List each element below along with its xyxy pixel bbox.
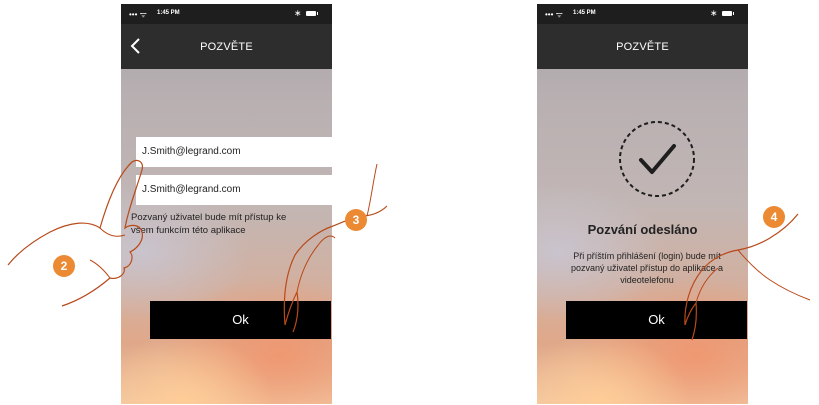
sent-body: Při příštím přihlášení (login) bude mít … bbox=[570, 251, 724, 285]
status-time: 1:45 PM bbox=[157, 10, 180, 16]
confirm-email-field[interactable]: J.Smith@legrand.com bbox=[136, 175, 332, 205]
status-bar: ••• ᯤ 1:45 PM ∗ bbox=[121, 4, 332, 24]
email-field[interactable]: J.Smith@legrand.com bbox=[136, 137, 332, 167]
step-badge-2: 2 bbox=[53, 255, 75, 277]
battery-icon bbox=[722, 11, 734, 16]
page-title: POZVĚTE bbox=[616, 41, 669, 53]
status-bar: ••• ᯤ 1:45 PM ∗ bbox=[537, 4, 748, 24]
nav-bar: POZVĚTE bbox=[121, 24, 332, 69]
ok-button[interactable]: Ok bbox=[566, 301, 747, 339]
nav-bar: POZVĚTE bbox=[537, 24, 748, 69]
ok-button[interactable]: Ok bbox=[150, 301, 331, 339]
page-title: POZVĚTE bbox=[200, 41, 253, 53]
wifi-icon: ••• ᯤ bbox=[129, 10, 147, 19]
step-badge-3: 3 bbox=[345, 209, 367, 231]
status-time: 1:45 PM bbox=[573, 10, 596, 16]
step-badge-4: 4 bbox=[763, 206, 785, 228]
bluetooth-icon: ∗ bbox=[294, 8, 302, 18]
wifi-icon: ••• ᯤ bbox=[545, 10, 563, 19]
invite-sent-screen: ••• ᯤ 1:45 PM ∗ POZVĚTE Pozvání odesláno… bbox=[537, 4, 748, 404]
sent-title: Pozvání odesláno bbox=[587, 222, 698, 237]
bluetooth-icon: ∗ bbox=[710, 8, 718, 18]
checkmark-icon bbox=[619, 121, 695, 197]
battery-icon bbox=[306, 11, 318, 16]
info-text: Pozvaný uživatel bude mít přístup ke vše… bbox=[131, 212, 287, 236]
invite-screen: ••• ᯤ 1:45 PM ∗ POZVĚTE J.Smith@legrand.… bbox=[121, 4, 332, 404]
